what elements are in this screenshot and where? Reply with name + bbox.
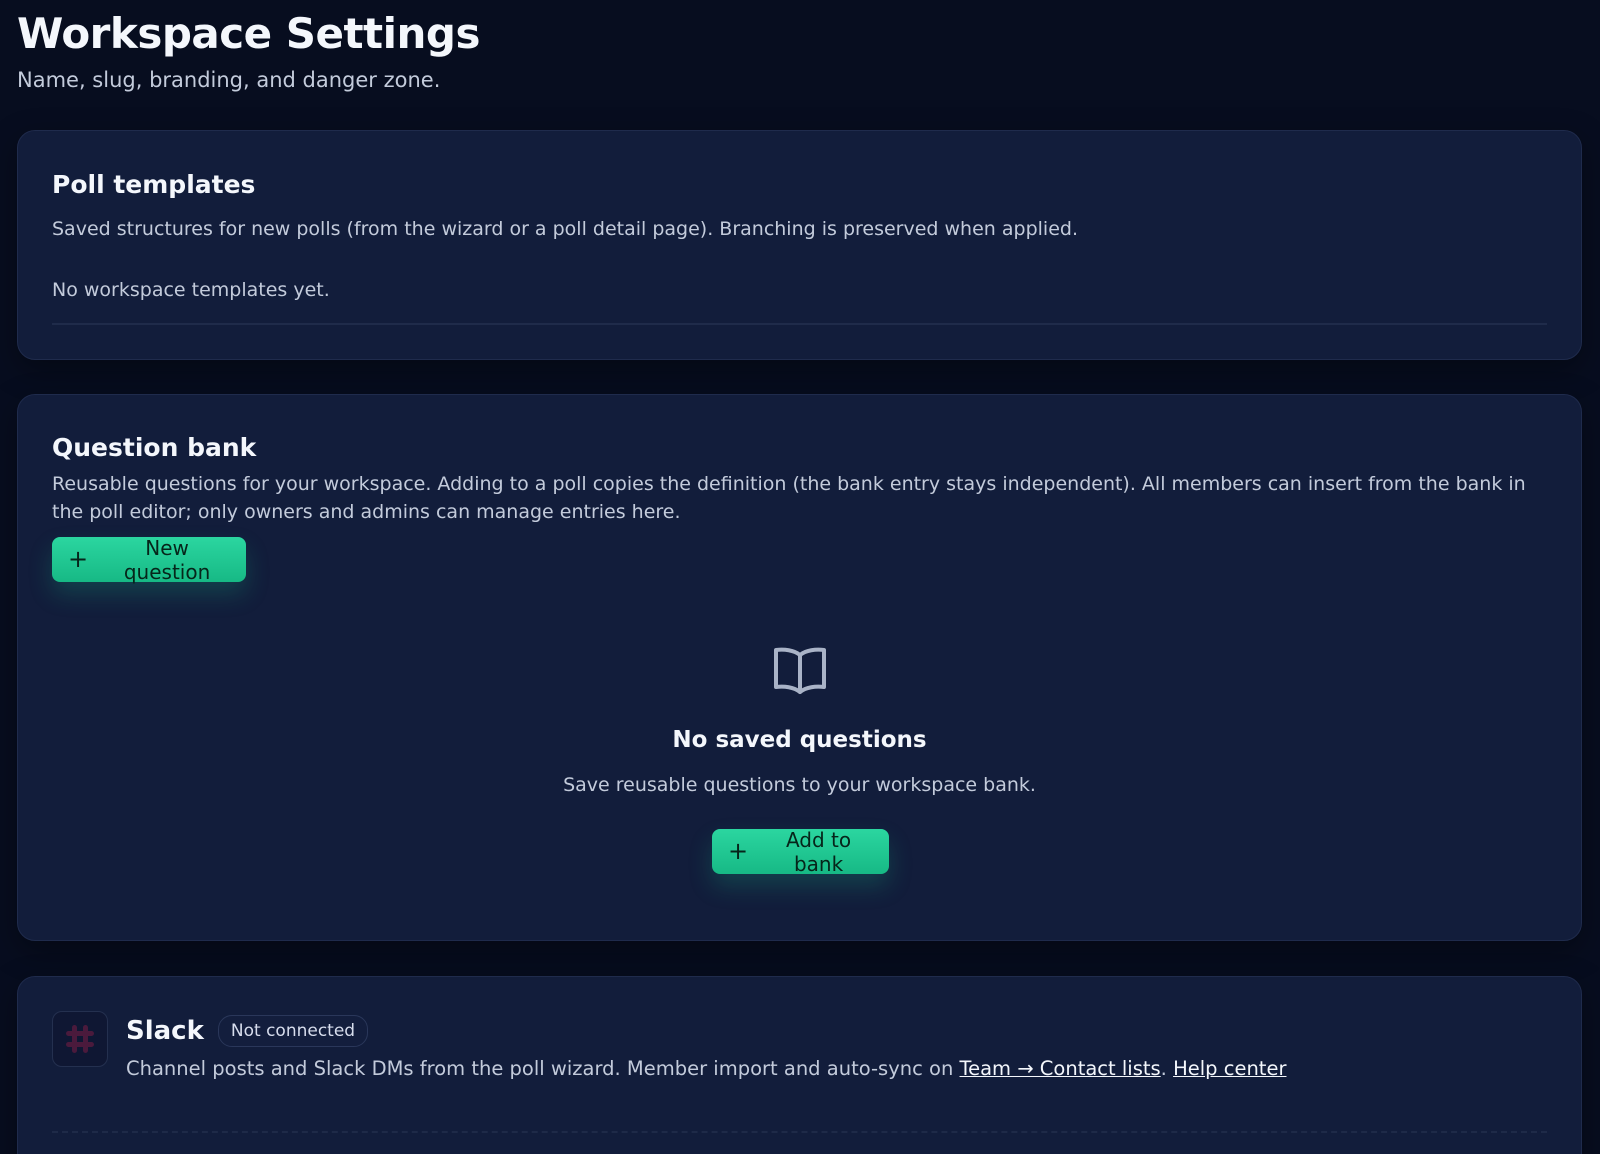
book-open-icon (773, 647, 826, 694)
page-subtitle: Name, slug, branding, and danger zone. (17, 68, 441, 92)
add-to-bank-label: Add to bank (785, 827, 852, 876)
help-center-link[interactable]: Help center (1173, 1057, 1286, 1080)
question-bank-title: Question bank (52, 433, 257, 462)
page-title: Workspace Settings (17, 9, 481, 58)
status-badge: Not connected (217, 1015, 369, 1047)
slack-integration-card: Slack Not connected Channel posts and Sl… (17, 976, 1582, 1154)
poll-templates-card: Poll templates Saved structures for new … (17, 130, 1582, 360)
slack-hash-icon (66, 1025, 94, 1053)
poll-templates-empty-text: No workspace templates yet. (52, 279, 330, 301)
question-bank-empty-state: No saved questions Save reusable questio… (18, 645, 1581, 799)
plus-icon: + (68, 544, 89, 573)
divider (52, 1131, 1547, 1133)
question-bank-card: Question bank Reusable questions for you… (17, 394, 1582, 941)
page-header: Workspace Settings Name, slug, branding,… (17, 6, 481, 94)
slack-name: Slack (126, 1016, 204, 1046)
team-contact-lists-link[interactable]: Team → Contact lists (960, 1057, 1161, 1080)
slack-description: Channel posts and Slack DMs from the pol… (126, 1055, 1286, 1083)
poll-templates-title: Poll templates (52, 170, 256, 199)
new-question-button[interactable]: + New question (52, 535, 246, 584)
workspace-settings-page: Workspace Settings Name, slug, branding,… (0, 0, 1600, 1154)
empty-state-title: No saved questions (672, 727, 927, 753)
new-question-label: New question (123, 535, 211, 584)
slack-description-text: Channel posts and Slack DMs from the pol… (126, 1057, 960, 1080)
poll-templates-description: Saved structures for new polls (from the… (52, 218, 1078, 240)
plus-icon: + (728, 836, 749, 865)
empty-state-description: Save reusable questions to your workspac… (563, 774, 1036, 796)
add-to-bank-button[interactable]: + Add to bank (712, 827, 889, 876)
divider (52, 323, 1547, 325)
slack-header: Slack Not connected (126, 1015, 369, 1047)
link-separator: . (1160, 1057, 1174, 1080)
question-bank-description: Reusable questions for your workspace. A… (52, 473, 1526, 523)
slack-logo-icon (52, 1011, 108, 1067)
